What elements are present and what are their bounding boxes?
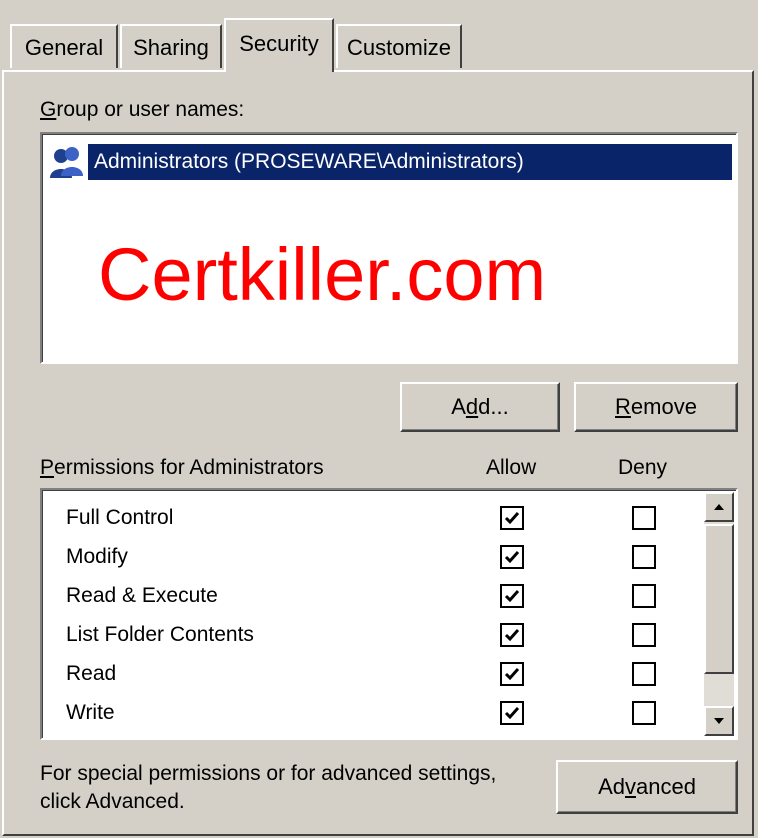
permission-name: Modify (66, 545, 128, 568)
permission-name: List Folder Contents (66, 623, 254, 646)
add-label-start: A (451, 394, 466, 419)
tab-general[interactable]: General (10, 24, 118, 68)
watermark-text: Certkiller.com (98, 233, 547, 316)
permissions-header-mnemonic: P (40, 456, 55, 479)
remove-label-mnemonic: R (615, 394, 631, 419)
arrow-down-icon (714, 718, 724, 724)
advanced-label-start: Ad (598, 774, 625, 799)
tab-sharing[interactable]: Sharing (120, 24, 222, 68)
group-label-mnemonic: G (40, 98, 57, 121)
deny-header: Deny (618, 456, 668, 479)
checkmark-icon (504, 629, 520, 642)
group-label-rest: roup or user names: (56, 98, 245, 121)
allow-checkbox[interactable] (500, 662, 524, 686)
add-button[interactable]: Add... (400, 382, 560, 432)
checkmark-icon (504, 551, 520, 564)
allow-checkbox[interactable] (500, 545, 524, 569)
permission-row: Read (42, 658, 692, 697)
permission-row: Read & Execute (42, 580, 692, 619)
group-label: Group or user names: (40, 98, 244, 122)
tab-customize[interactable]: Customize (336, 24, 462, 68)
permission-name: Read (66, 662, 117, 685)
advanced-note-line2: click Advanced. (40, 790, 185, 813)
advanced-label-rest: anced (635, 774, 696, 799)
advanced-button[interactable]: Advanced (556, 760, 738, 814)
permission-row: List Folder Contents (42, 619, 692, 658)
deny-checkbox[interactable] (632, 623, 656, 647)
scroll-thumb[interactable] (704, 524, 734, 674)
permissions-header-rest: ermissions for Administrators (54, 456, 324, 479)
deny-checkbox[interactable] (632, 701, 656, 725)
deny-checkbox[interactable] (632, 662, 656, 686)
permission-name: Read & Execute (66, 584, 218, 607)
list-item-administrators[interactable]: Administrators (PROSEWARE\Administrators… (48, 142, 732, 182)
permissions-header: Permissions for Administrators (40, 456, 324, 480)
tab-security[interactable]: Security (224, 18, 334, 72)
security-panel: Group or user names: Administrators (PRO… (2, 70, 754, 836)
allow-checkbox[interactable] (500, 623, 524, 647)
user-name-selected: Administrators (PROSEWARE\Administrators… (88, 144, 732, 180)
allow-header: Allow (486, 456, 537, 479)
allow-checkbox[interactable] (500, 701, 524, 725)
checkmark-icon (504, 512, 520, 525)
permission-name: Write (66, 701, 115, 724)
advanced-note-line1: For special permissions or for advanced … (40, 762, 497, 785)
permission-row: Full Control (42, 502, 692, 541)
arrow-up-icon (714, 504, 724, 510)
remove-button[interactable]: Remove (574, 382, 738, 432)
group-users-icon (50, 147, 83, 178)
permission-name: Full Control (66, 506, 174, 529)
permissions-scrollbar[interactable] (704, 492, 734, 736)
allow-checkbox[interactable] (500, 584, 524, 608)
checkmark-icon (504, 668, 520, 681)
advanced-label-mnemonic: v (624, 774, 636, 799)
permission-row: Write (42, 697, 692, 736)
deny-checkbox[interactable] (632, 506, 656, 530)
checkmark-icon (504, 590, 520, 603)
add-label-mnemonic: d (465, 394, 479, 419)
deny-checkbox[interactable] (632, 584, 656, 608)
permission-row: Modify (42, 541, 692, 580)
user-list[interactable]: Administrators (PROSEWARE\Administrators… (40, 132, 738, 364)
scroll-up-button[interactable] (704, 492, 734, 522)
remove-label-rest: emove (630, 394, 697, 419)
allow-checkbox[interactable] (500, 506, 524, 530)
scroll-down-button[interactable] (704, 706, 734, 736)
tab-strip: General Sharing Security Customize (0, 0, 758, 72)
deny-checkbox[interactable] (632, 545, 656, 569)
checkmark-icon (504, 707, 520, 720)
add-label-rest: d... (478, 394, 509, 419)
permissions-list[interactable]: Full Control Modify Read & Execute List Fol… (40, 488, 738, 740)
